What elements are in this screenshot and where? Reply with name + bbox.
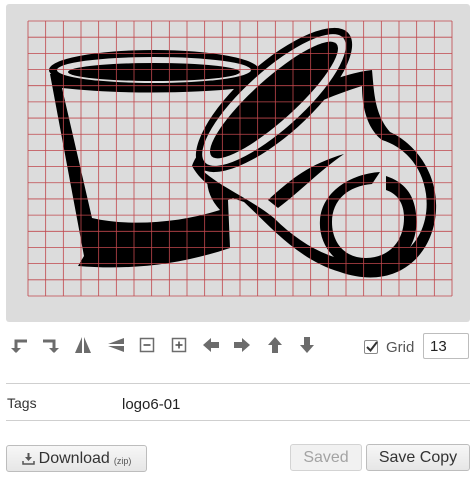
flip-vertical-button[interactable] — [105, 334, 127, 356]
flip-horizontal-button[interactable] — [72, 334, 94, 356]
zoom-in-button[interactable] — [168, 334, 190, 356]
rotate-left-icon — [11, 339, 27, 353]
cup-rim-hole — [68, 63, 240, 81]
checkmark-icon — [366, 341, 378, 353]
flip-horizontal-icon — [75, 337, 91, 353]
arrow-left-icon — [203, 338, 219, 352]
canvas-svg[interactable] — [6, 4, 470, 322]
saved-button[interactable]: Saved — [290, 444, 362, 471]
zoom-out-button[interactable] — [136, 334, 158, 356]
move-right-button[interactable] — [231, 334, 253, 356]
arrow-right-icon — [234, 338, 250, 352]
download-button[interactable]: Download (zip) — [6, 445, 147, 472]
grid-toggle[interactable]: Grid — [364, 336, 414, 358]
move-up-button[interactable] — [264, 334, 286, 356]
divider-top — [6, 383, 470, 384]
flip-vertical-icon — [108, 338, 124, 352]
zoom-in-icon — [171, 337, 187, 353]
grid-label: Grid — [386, 338, 415, 356]
divider-bottom — [6, 420, 470, 421]
download-icon — [21, 453, 35, 465]
drawing-canvas[interactable] — [6, 4, 470, 322]
download-label: Download — [38, 449, 110, 467]
tags-value[interactable]: logo6-01 — [122, 396, 180, 413]
logo-artwork — [49, 27, 437, 278]
tags-label: Tags — [7, 395, 37, 411]
zoom-out-icon — [139, 337, 155, 353]
toolbar: Grid — [0, 330, 476, 362]
move-down-button[interactable] — [296, 334, 318, 356]
arrow-down-icon — [300, 337, 314, 353]
rotate-right-icon — [43, 339, 59, 353]
grid-checkbox[interactable] — [364, 340, 378, 354]
download-format-label: (zip) — [113, 455, 132, 466]
save-copy-button[interactable]: Save Copy — [366, 444, 470, 471]
arrow-up-icon — [268, 337, 282, 353]
move-left-button[interactable] — [200, 334, 222, 356]
grid-size-input[interactable] — [423, 333, 469, 359]
rotate-left-button[interactable] — [9, 334, 31, 356]
rotate-right-button[interactable] — [39, 334, 61, 356]
